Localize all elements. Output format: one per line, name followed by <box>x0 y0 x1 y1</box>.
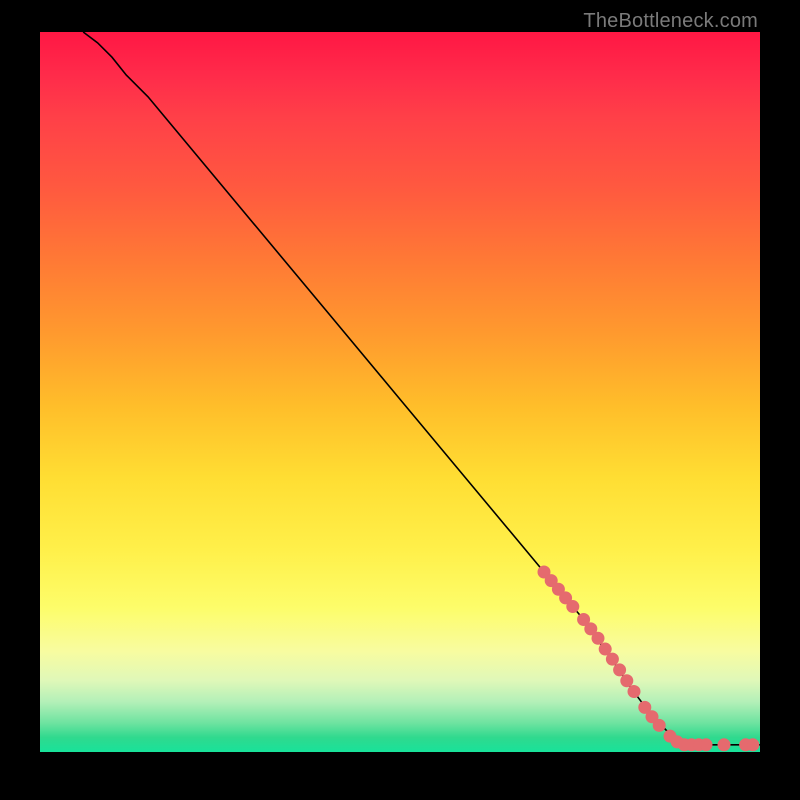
marker-point <box>628 686 640 698</box>
highlighted-points <box>538 566 759 751</box>
bottleneck-curve <box>83 32 760 745</box>
marker-point <box>599 643 611 655</box>
marker-point <box>592 632 604 644</box>
plot-area <box>40 32 760 752</box>
marker-point <box>621 675 633 687</box>
watermark-text: TheBottleneck.com <box>583 10 758 33</box>
marker-point <box>653 719 665 731</box>
chart-svg <box>40 32 760 752</box>
marker-point <box>718 739 730 751</box>
marker-point <box>614 664 626 676</box>
chart-stage: TheBottleneck.com <box>0 0 800 800</box>
marker-point <box>747 739 759 751</box>
marker-point <box>567 601 579 613</box>
marker-point <box>606 653 618 665</box>
marker-point <box>700 739 712 751</box>
